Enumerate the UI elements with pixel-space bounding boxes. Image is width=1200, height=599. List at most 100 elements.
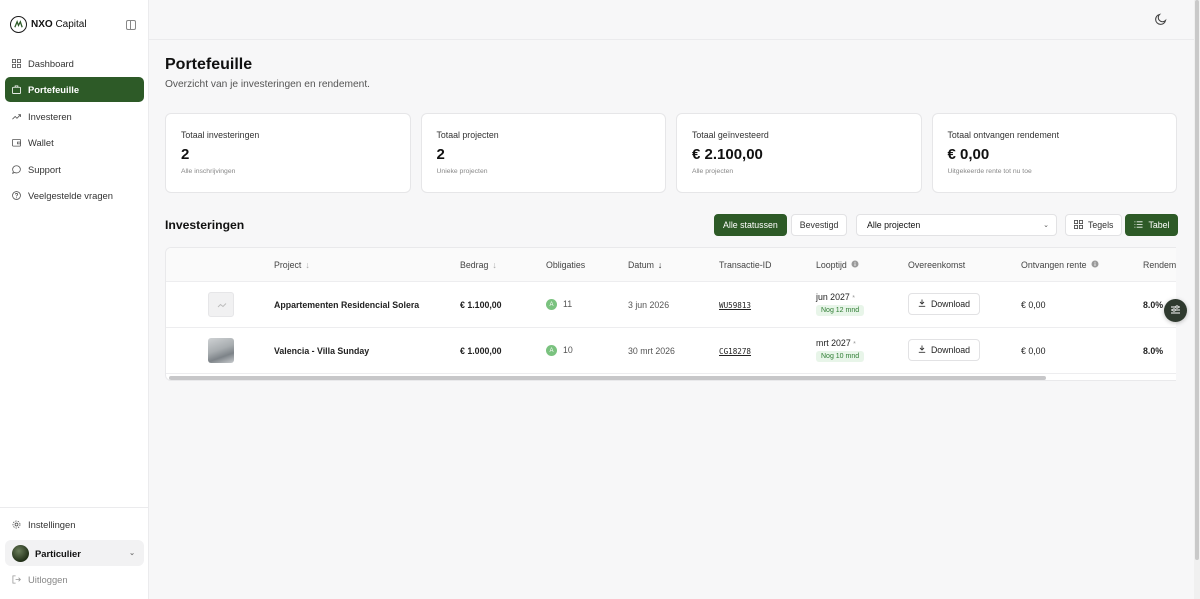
account-label: Particulier [35,547,81,559]
sidebar-item-label: Wallet [28,137,54,149]
term-date: mrt 2027 [816,338,851,348]
column-agreement[interactable]: Overeenkomst [908,260,965,270]
transaction-id[interactable]: WU59813 [719,300,751,310]
sidebar-item-portefeuille[interactable]: Portefeuille [5,77,144,103]
status-filters: Alle statussen Bevestigd [714,214,848,236]
download-icon [918,345,926,355]
column-label: Overeenkomst [908,260,966,270]
brand[interactable]: NXO Capital [10,16,87,33]
page-scrollbar[interactable] [1194,0,1200,599]
table-header: Project ↓ Bedrag ↓ Obligaties Datum ↓ Trans… [166,248,1176,282]
info-icon[interactable] [851,260,859,270]
amount: € 1.100,00 [460,300,502,310]
project-select[interactable]: Alle projecten ⌄ [856,214,1057,236]
view-tiles-label: Tegels [1088,220,1114,230]
sort-desc-icon: ↓ [657,260,663,270]
sidebar-item-label: Investeren [28,110,72,122]
column-project[interactable]: Project ↓ [274,260,310,270]
sidebar-item-wallet[interactable]: Wallet [5,130,144,155]
table-horizontal-scrollbar[interactable] [166,375,1176,380]
card-label: Totaal ontvangen rendement [947,130,1060,140]
column-label: Ontvangen rente [1021,260,1087,270]
term: mrt 2027 * Nog 10 mnd [816,338,865,362]
sidebar-item-faq[interactable]: Veelgestelde vragen [5,183,144,208]
project-name[interactable]: Appartementen Residencial Solera [274,300,419,310]
moon-icon[interactable] [1154,12,1168,26]
card-total-projects: Totaal projecten 2 Unieke projecten [420,113,666,193]
sidebar-item-label: Dashboard [28,58,74,69]
transaction-id-link[interactable]: WU59813 [719,301,751,310]
card-label: Totaal investeringen [181,130,260,140]
sidebar-item-support[interactable]: Support [5,157,144,182]
column-bonds[interactable]: Obligaties [546,260,585,270]
view-table-label: Tabel [1148,220,1170,230]
page-scrollbar-thumb[interactable] [1195,0,1199,560]
date: 3 jun 2026 [628,300,670,310]
download-label: Download [930,345,971,355]
filter-confirmed[interactable]: Bevestigd [790,214,848,236]
table-row[interactable]: Appartementen Residencial Solera € 1.100… [166,282,1176,328]
column-label: Rendem [1143,260,1176,270]
page-title: Portefeuille [165,56,253,73]
card-value: 2 [181,146,190,163]
card-note: Uitgekeerde rente tot nu toe [947,168,1032,175]
yield: 8.0% [1143,300,1164,310]
floating-settings-button[interactable] [1164,299,1187,322]
logout-link[interactable]: Uitloggen [12,574,68,585]
transaction-id-link[interactable]: CG18278 [719,347,751,356]
page-subtitle: Overzicht van je investeringen en rendem… [165,79,370,90]
sidebar: NXO Capital Dashboard Portefeuille Inves… [0,0,149,599]
column-amount[interactable]: Bedrag ↓ [460,260,497,270]
column-label: Obligaties [546,260,586,270]
card-label: Totaal projecten [436,130,499,140]
transaction-id[interactable]: CG18278 [719,346,751,356]
logout-icon [12,575,21,584]
settings-link[interactable]: Instellingen [12,519,75,530]
info-icon[interactable] [1091,260,1099,270]
view-toggle: Tegels Tabel [1065,214,1179,236]
column-interest[interactable]: Ontvangen rente [1021,260,1099,270]
topbar [149,0,1194,40]
sliders-icon [1170,302,1181,320]
project-select-value: Alle projecten [867,220,921,230]
download-agreement-button[interactable]: Download [908,339,980,361]
asterisk-icon: * [853,341,856,348]
filter-all-statuses[interactable]: Alle statussen [714,214,787,236]
yield: 8.0% [1143,346,1164,356]
column-date[interactable]: Datum ↓ [628,260,662,270]
card-value: € 2.100,00 [692,146,763,163]
chevron-down-icon: ⌄ [1043,222,1049,229]
bond-count: 10 [563,345,573,355]
sidebar-item-dashboard[interactable]: Dashboard [5,51,144,76]
card-note: Unieke projecten [436,168,488,175]
card-note: Alle projecten [692,168,734,175]
column-txid[interactable]: Transactie-ID [719,260,771,270]
download-agreement-button[interactable]: Download [908,293,980,315]
table-row[interactable]: Valencia - Villa Sunday € 1.000,00 A 10 3… [166,328,1176,374]
interest-received: € 0,00 [1021,300,1046,310]
column-term[interactable]: Looptijd [816,260,859,270]
date: 30 mrt 2026 [628,346,675,356]
project-name[interactable]: Valencia - Villa Sunday [274,346,369,356]
table-scrollbar-thumb[interactable] [169,376,1046,380]
amount: € 1.000,00 [460,346,502,356]
list-icon [1134,220,1143,231]
account-switcher[interactable]: Particulier ⌄ [5,540,144,566]
gear-icon [12,520,21,529]
view-table-button[interactable]: Tabel [1125,214,1179,236]
remaining-badge: Nog 10 mnd [816,351,865,362]
bond-count: 11 [563,299,573,309]
column-label: Bedrag [460,260,489,270]
bonds: A 11 [546,299,573,311]
download-label: Download [930,299,971,309]
section-title: Investeringen [165,218,245,232]
term: jun 2027 * Nog 12 mnd [816,292,865,316]
column-yield[interactable]: Rendem [1143,260,1176,270]
logo-icon [10,16,27,33]
sidebar-collapse-icon[interactable] [126,20,136,30]
sidebar-nav: Dashboard Portefeuille Investeren Wallet… [5,51,144,209]
view-tiles-button[interactable]: Tegels [1065,214,1123,236]
card-label: Totaal geïnvesteerd [692,130,769,140]
project-thumbnail [208,338,234,363]
sidebar-item-investeren[interactable]: Investeren [5,104,144,129]
